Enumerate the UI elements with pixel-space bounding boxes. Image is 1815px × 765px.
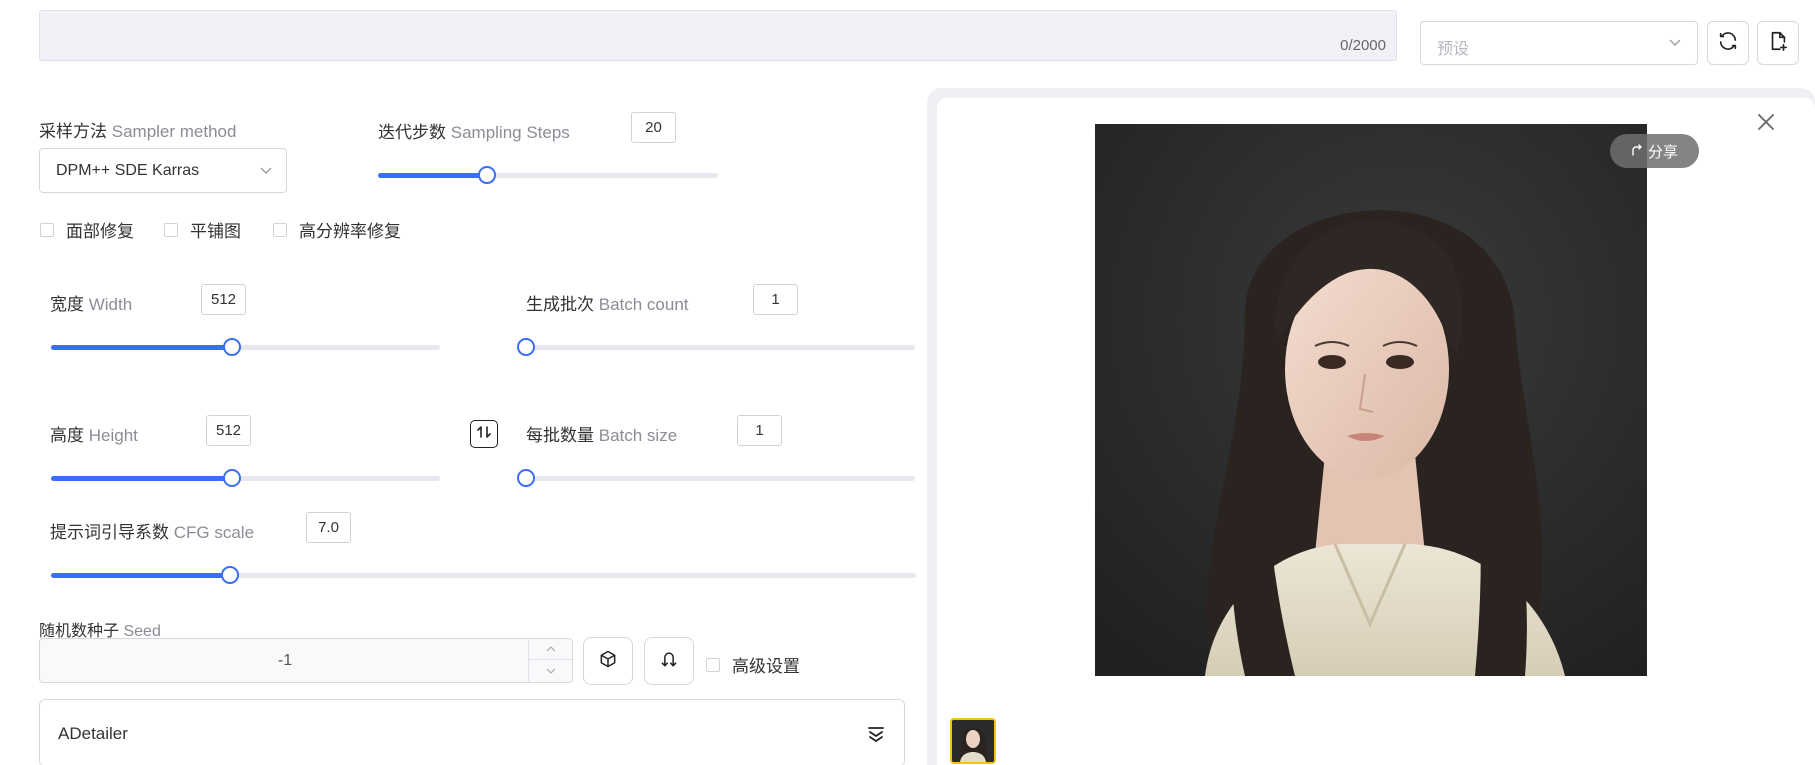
width-label: 宽度 Width xyxy=(50,295,133,314)
hires-fix-label: 高分辨率修复 xyxy=(299,222,401,241)
seed-input[interactable]: -1 xyxy=(39,638,573,683)
random-seed-button[interactable] xyxy=(583,637,633,685)
image-thumbnail[interactable] xyxy=(950,718,996,764)
close-button[interactable] xyxy=(1755,111,1777,133)
cfg-scale-label: 提示词引导系数 CFG scale xyxy=(50,523,255,542)
batch-size-input[interactable]: 1 xyxy=(737,415,782,446)
generated-image[interactable] xyxy=(1095,124,1647,676)
height-slider[interactable] xyxy=(51,468,440,488)
expand-icon xyxy=(866,724,886,749)
adetailer-panel[interactable]: ADetailer xyxy=(39,699,905,765)
slider-thumb[interactable] xyxy=(517,469,535,487)
chevron-down-icon xyxy=(545,662,557,680)
batch-size-slider[interactable] xyxy=(517,468,915,488)
share-label: 分享 xyxy=(1647,143,1678,161)
slider-thumb[interactable] xyxy=(222,338,241,356)
tiling-label: 平铺图 xyxy=(190,222,241,241)
face-restore-label: 面部修复 xyxy=(66,222,134,241)
sampler-method-label: 采样方法 Sampler method xyxy=(39,122,237,141)
batch-count-input[interactable]: 1 xyxy=(753,284,798,315)
batch-count-label: 生成批次 Batch count xyxy=(526,295,689,314)
sampler-method-value: DPM++ SDE Karras xyxy=(56,162,200,179)
hires-fix-checkbox[interactable]: 高分辨率修复 xyxy=(273,217,401,242)
width-slider[interactable] xyxy=(51,337,440,357)
slider-thumb[interactable] xyxy=(517,338,535,356)
chevron-down-icon xyxy=(1667,34,1683,55)
recycle-icon xyxy=(659,649,679,674)
seed-stepper xyxy=(528,639,572,682)
advanced-settings-checkbox[interactable]: 高级设置 xyxy=(706,652,800,677)
sampling-steps-input[interactable]: 20 xyxy=(631,112,676,143)
seed-decrement-button[interactable] xyxy=(529,660,572,681)
slider-thumb[interactable] xyxy=(222,469,241,487)
height-input[interactable]: 512 xyxy=(206,415,251,446)
slider-thumb[interactable] xyxy=(221,566,240,584)
chevron-down-icon xyxy=(258,162,274,183)
face-restore-checkbox[interactable]: 面部修复 xyxy=(40,217,134,242)
chevron-up-icon xyxy=(545,640,557,658)
advanced-settings-label: 高级设置 xyxy=(732,657,800,676)
share-button[interactable]: 分享 xyxy=(1610,134,1699,168)
swap-icon xyxy=(476,424,492,445)
file-add-icon xyxy=(1767,30,1789,57)
slider-thumb[interactable] xyxy=(477,166,496,184)
new-preset-button[interactable] xyxy=(1757,21,1799,65)
cfg-scale-input[interactable]: 7.0 xyxy=(306,512,351,543)
batch-size-label: 每批数量 Batch size xyxy=(526,426,678,445)
seed-increment-button[interactable] xyxy=(529,639,572,660)
batch-count-slider[interactable] xyxy=(517,337,915,357)
cube-icon xyxy=(598,649,618,674)
preset-select[interactable]: 预设 xyxy=(1420,21,1698,65)
swap-dimensions-button[interactable] xyxy=(470,420,498,448)
reuse-seed-button[interactable] xyxy=(644,637,694,685)
refresh-button[interactable] xyxy=(1707,21,1749,65)
sampling-steps-slider[interactable] xyxy=(378,165,718,185)
prompt-char-counter: 0/2000 xyxy=(1340,37,1386,54)
close-icon xyxy=(1755,114,1777,137)
share-icon xyxy=(1631,143,1643,160)
seed-value: -1 xyxy=(277,652,293,669)
refresh-icon xyxy=(1717,30,1739,57)
adetailer-title: ADetailer xyxy=(58,724,128,743)
tiling-checkbox[interactable]: 平铺图 xyxy=(164,217,241,242)
width-input[interactable]: 512 xyxy=(201,284,246,315)
sampling-steps-label: 迭代步数 Sampling Steps xyxy=(378,123,570,142)
sampler-method-select[interactable]: DPM++ SDE Karras xyxy=(39,148,287,193)
prompt-textarea[interactable]: 0/2000 xyxy=(39,10,1397,61)
cfg-scale-slider[interactable] xyxy=(51,565,916,585)
preset-placeholder: 预设 xyxy=(1437,41,1470,58)
height-label: 高度 Height xyxy=(50,426,138,445)
